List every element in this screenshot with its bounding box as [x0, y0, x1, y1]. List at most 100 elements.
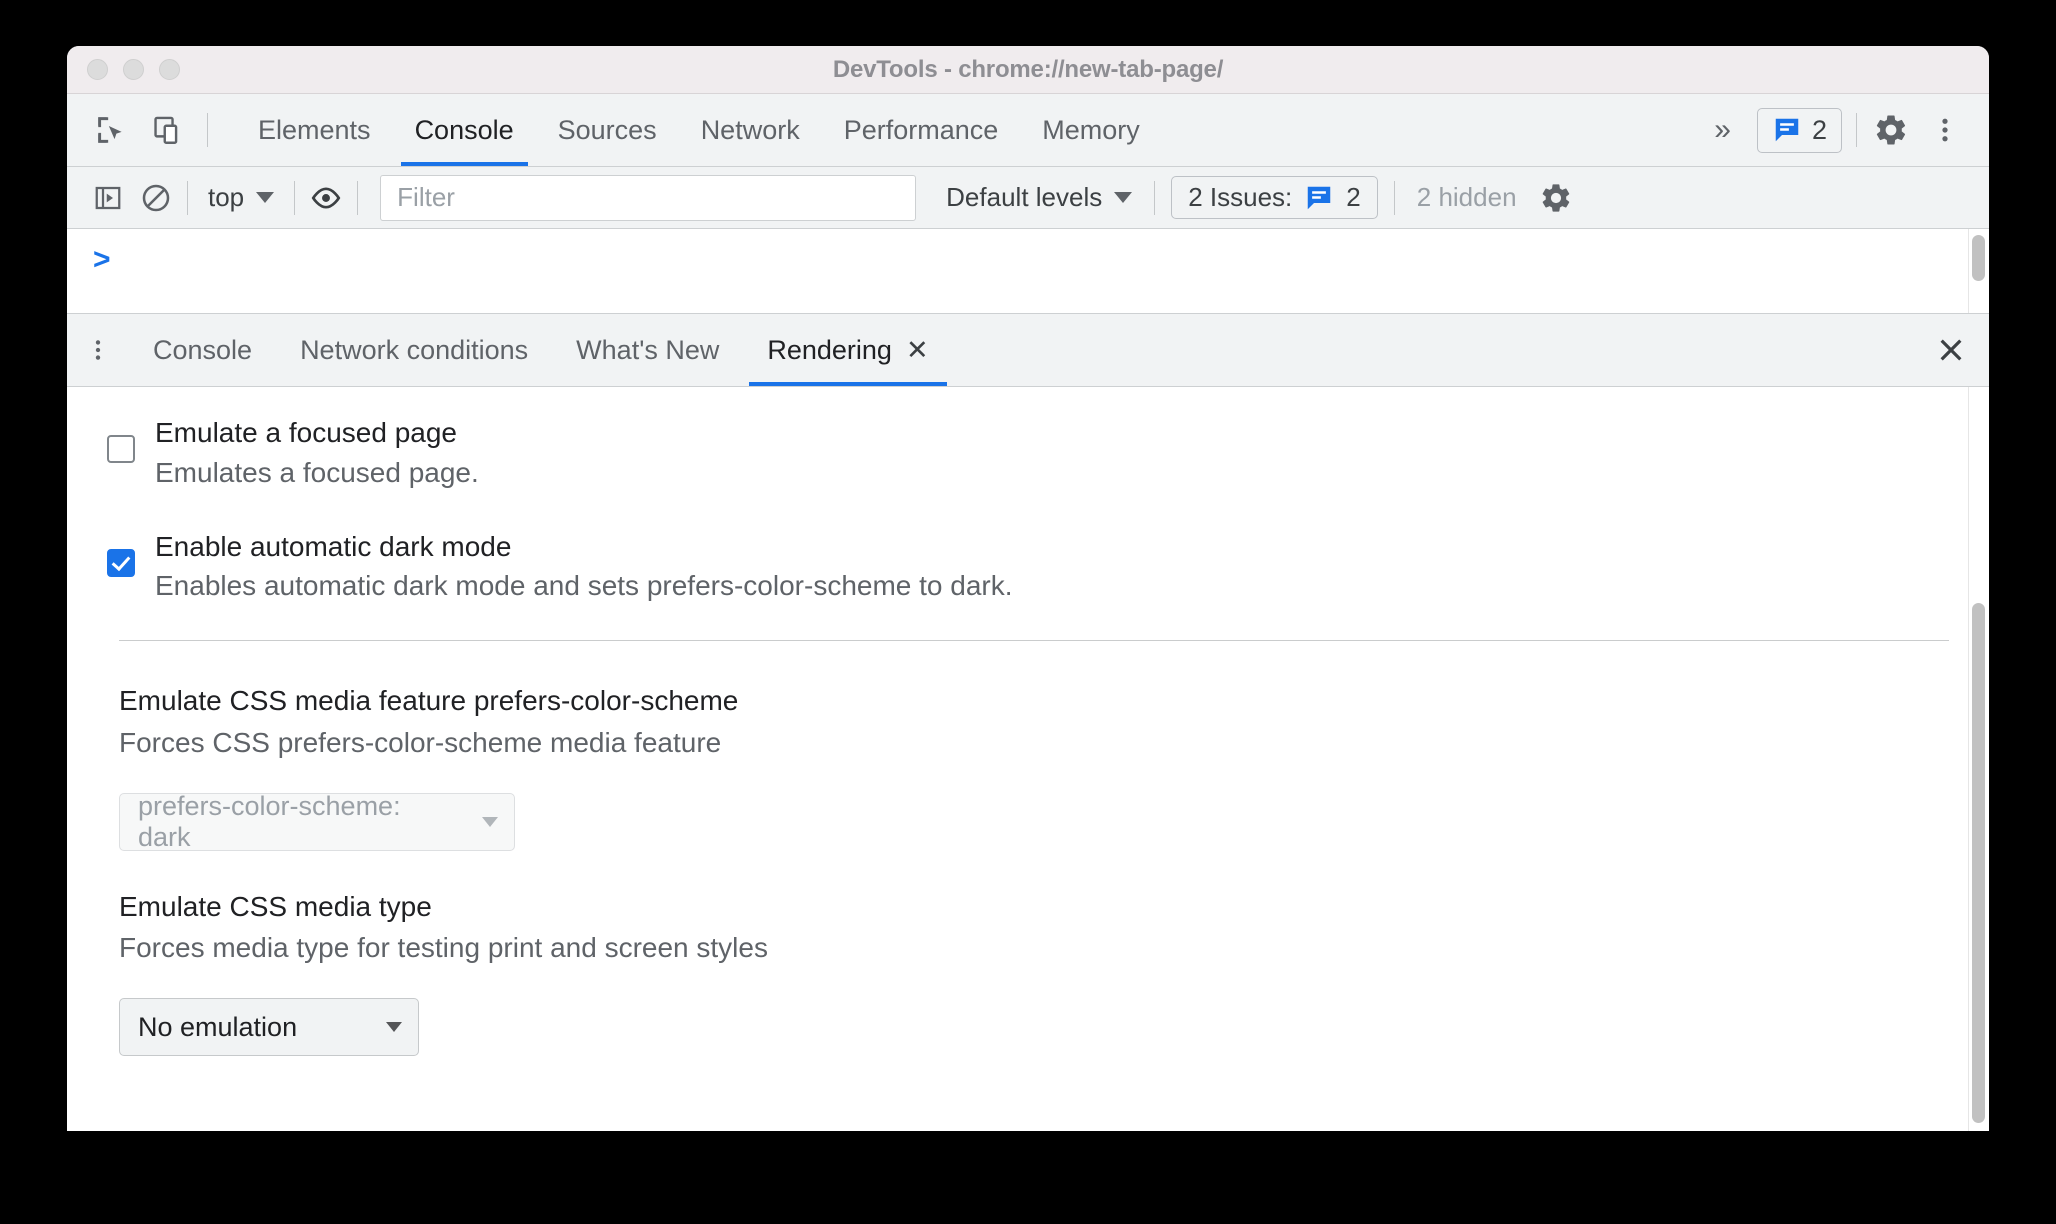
- window-titlebar: DevTools - chrome://new-tab-page/: [67, 46, 1989, 94]
- console-filter-toolbar: top Filter Default levels 2 Issues: 2 2 …: [67, 167, 1989, 229]
- clear-console-icon: [142, 184, 170, 211]
- emulate-focused-page-checkbox[interactable]: [107, 435, 135, 463]
- rendering-scrollbar[interactable]: [1968, 387, 1989, 1131]
- media-type-select-value: No emulation: [138, 1011, 298, 1042]
- drawer-tab-rendering[interactable]: Rendering ✕: [743, 314, 952, 386]
- toolbar-divider: [207, 113, 208, 147]
- chevron-down-icon: [386, 1022, 402, 1032]
- tab-elements[interactable]: Elements: [236, 94, 393, 166]
- execution-context-selector[interactable]: top: [196, 175, 286, 221]
- log-levels-label: Default levels: [946, 182, 1103, 212]
- device-toolbar-icon: [154, 116, 178, 144]
- execution-context-label: top: [208, 182, 245, 212]
- console-filter-input[interactable]: Filter: [380, 174, 917, 221]
- settings-divider: [119, 640, 1949, 641]
- console-scrollbar-thumb[interactable]: [1972, 235, 1985, 281]
- maximize-window-button[interactable]: [159, 59, 180, 80]
- toolbar-right-group: » 2: [1696, 94, 1989, 166]
- rendering-scrollbar-thumb[interactable]: [1972, 603, 1985, 1123]
- chevron-down-icon: [482, 816, 498, 827]
- traffic-lights: [87, 59, 180, 80]
- setting-emulate-focused-page[interactable]: Emulate a focused page Emulates a focuse…: [107, 413, 1949, 493]
- console-output-area[interactable]: >: [67, 229, 1989, 314]
- tab-memory-label: Memory: [1042, 114, 1140, 145]
- emulate-focused-page-description: Emulates a focused page.: [155, 456, 479, 488]
- rendering-settings-list: Emulate a focused page Emulates a focuse…: [67, 387, 1989, 1056]
- console-toolbar-divider-2: [294, 180, 296, 215]
- automatic-dark-mode-checkbox[interactable]: [107, 548, 135, 577]
- close-window-button[interactable]: [87, 59, 108, 80]
- chevron-down-icon: [256, 192, 275, 203]
- drawer-tab-bar: Console Network conditions What's New Re…: [67, 314, 1989, 387]
- issues-message-icon: [1775, 118, 1799, 142]
- media-feature-title: Emulate CSS media feature prefers-color-…: [119, 685, 739, 716]
- tab-sources-label: Sources: [557, 114, 657, 145]
- gear-icon: [1876, 115, 1906, 145]
- automatic-dark-mode-text: Enable automatic dark mode Enables autom…: [155, 527, 1013, 607]
- tab-network[interactable]: Network: [679, 94, 822, 166]
- console-toolbar-divider-5: [1393, 180, 1395, 215]
- gear-icon: [1542, 183, 1569, 212]
- tab-console[interactable]: Console: [393, 94, 536, 166]
- more-options-button[interactable]: [1919, 104, 1971, 156]
- drawer-tab-console-label: Console: [153, 334, 253, 365]
- emulate-focused-page-text: Emulate a focused page Emulates a focuse…: [155, 413, 479, 493]
- console-toolbar-divider-3: [357, 180, 359, 215]
- emulate-focused-page-title: Emulate a focused page: [155, 417, 457, 448]
- chevron-down-icon: [1114, 192, 1133, 203]
- inspect-element-button[interactable]: [85, 104, 137, 156]
- console-issues-button[interactable]: 2 Issues: 2: [1171, 176, 1378, 219]
- toolbar-right-divider: [1856, 113, 1857, 147]
- device-toolbar-button[interactable]: [143, 104, 195, 156]
- drawer-more-tools-button[interactable]: [67, 314, 129, 386]
- tab-console-label: Console: [414, 114, 514, 145]
- more-tabs-button[interactable]: »: [1696, 115, 1749, 145]
- drawer-tab-network-conditions-label: Network conditions: [300, 334, 529, 365]
- media-feature-select[interactable]: prefers-color-scheme: dark: [119, 790, 515, 852]
- tab-network-label: Network: [700, 114, 800, 145]
- drawer-tab-console[interactable]: Console: [129, 314, 276, 386]
- drawer-tab-network-conditions[interactable]: Network conditions: [276, 314, 552, 386]
- issues-badge-count: 2: [1811, 114, 1827, 145]
- tab-performance[interactable]: Performance: [822, 94, 1021, 166]
- tab-sources[interactable]: Sources: [536, 94, 679, 166]
- console-settings-button[interactable]: [1533, 175, 1579, 221]
- setting-media-type: Emulate CSS media type Forces media type…: [119, 887, 1949, 1056]
- minimize-window-button[interactable]: [123, 59, 144, 80]
- window-title: DevTools - chrome://new-tab-page/: [832, 55, 1224, 83]
- drawer-close-button[interactable]: [1913, 314, 1989, 386]
- close-icon: [1940, 339, 1962, 361]
- media-type-select[interactable]: No emulation: [119, 998, 419, 1056]
- settings-button[interactable]: [1865, 104, 1917, 156]
- tab-elements-label: Elements: [258, 114, 371, 145]
- clear-console-button[interactable]: [133, 175, 179, 221]
- console-scrollbar[interactable]: [1968, 229, 1989, 313]
- log-levels-selector[interactable]: Default levels: [932, 175, 1146, 221]
- toolbar-icon-group: [67, 94, 224, 166]
- issues-badge-button[interactable]: 2: [1756, 107, 1842, 153]
- media-feature-description: Forces CSS prefers-color-scheme media fe…: [119, 726, 722, 758]
- media-type-description: Forces media type for testing print and …: [119, 932, 768, 964]
- vertical-dots-icon: [95, 340, 101, 360]
- drawer-tab-whats-new-label: What's New: [576, 334, 720, 365]
- rendering-panel: Emulate a focused page Emulates a focuse…: [67, 387, 1989, 1131]
- media-feature-select-value: prefers-color-scheme: dark: [138, 790, 401, 852]
- live-expression-button[interactable]: [303, 175, 349, 221]
- console-hidden-count: 2 hidden: [1416, 182, 1517, 212]
- main-toolbar: Elements Console Sources Network Perform…: [67, 94, 1989, 167]
- vertical-dots-icon: [1942, 118, 1948, 142]
- issues-message-icon: [1308, 186, 1331, 209]
- drawer-tab-rendering-close-icon[interactable]: ✕: [906, 336, 929, 364]
- tab-performance-label: Performance: [843, 114, 999, 145]
- panel-tabs: Elements Console Sources Network Perform…: [236, 94, 1162, 166]
- drawer-tab-whats-new[interactable]: What's New: [552, 314, 743, 386]
- console-sidebar-toggle-button[interactable]: [85, 175, 131, 221]
- media-type-title: Emulate CSS media type: [119, 890, 432, 922]
- console-issues-label: 2 Issues:: [1188, 182, 1293, 212]
- console-prompt-chevron: >: [93, 243, 111, 276]
- tab-memory[interactable]: Memory: [1020, 94, 1162, 166]
- inspect-element-icon: [98, 117, 122, 143]
- setting-automatic-dark-mode[interactable]: Enable automatic dark mode Enables autom…: [107, 527, 1949, 607]
- automatic-dark-mode-title: Enable automatic dark mode: [155, 530, 512, 562]
